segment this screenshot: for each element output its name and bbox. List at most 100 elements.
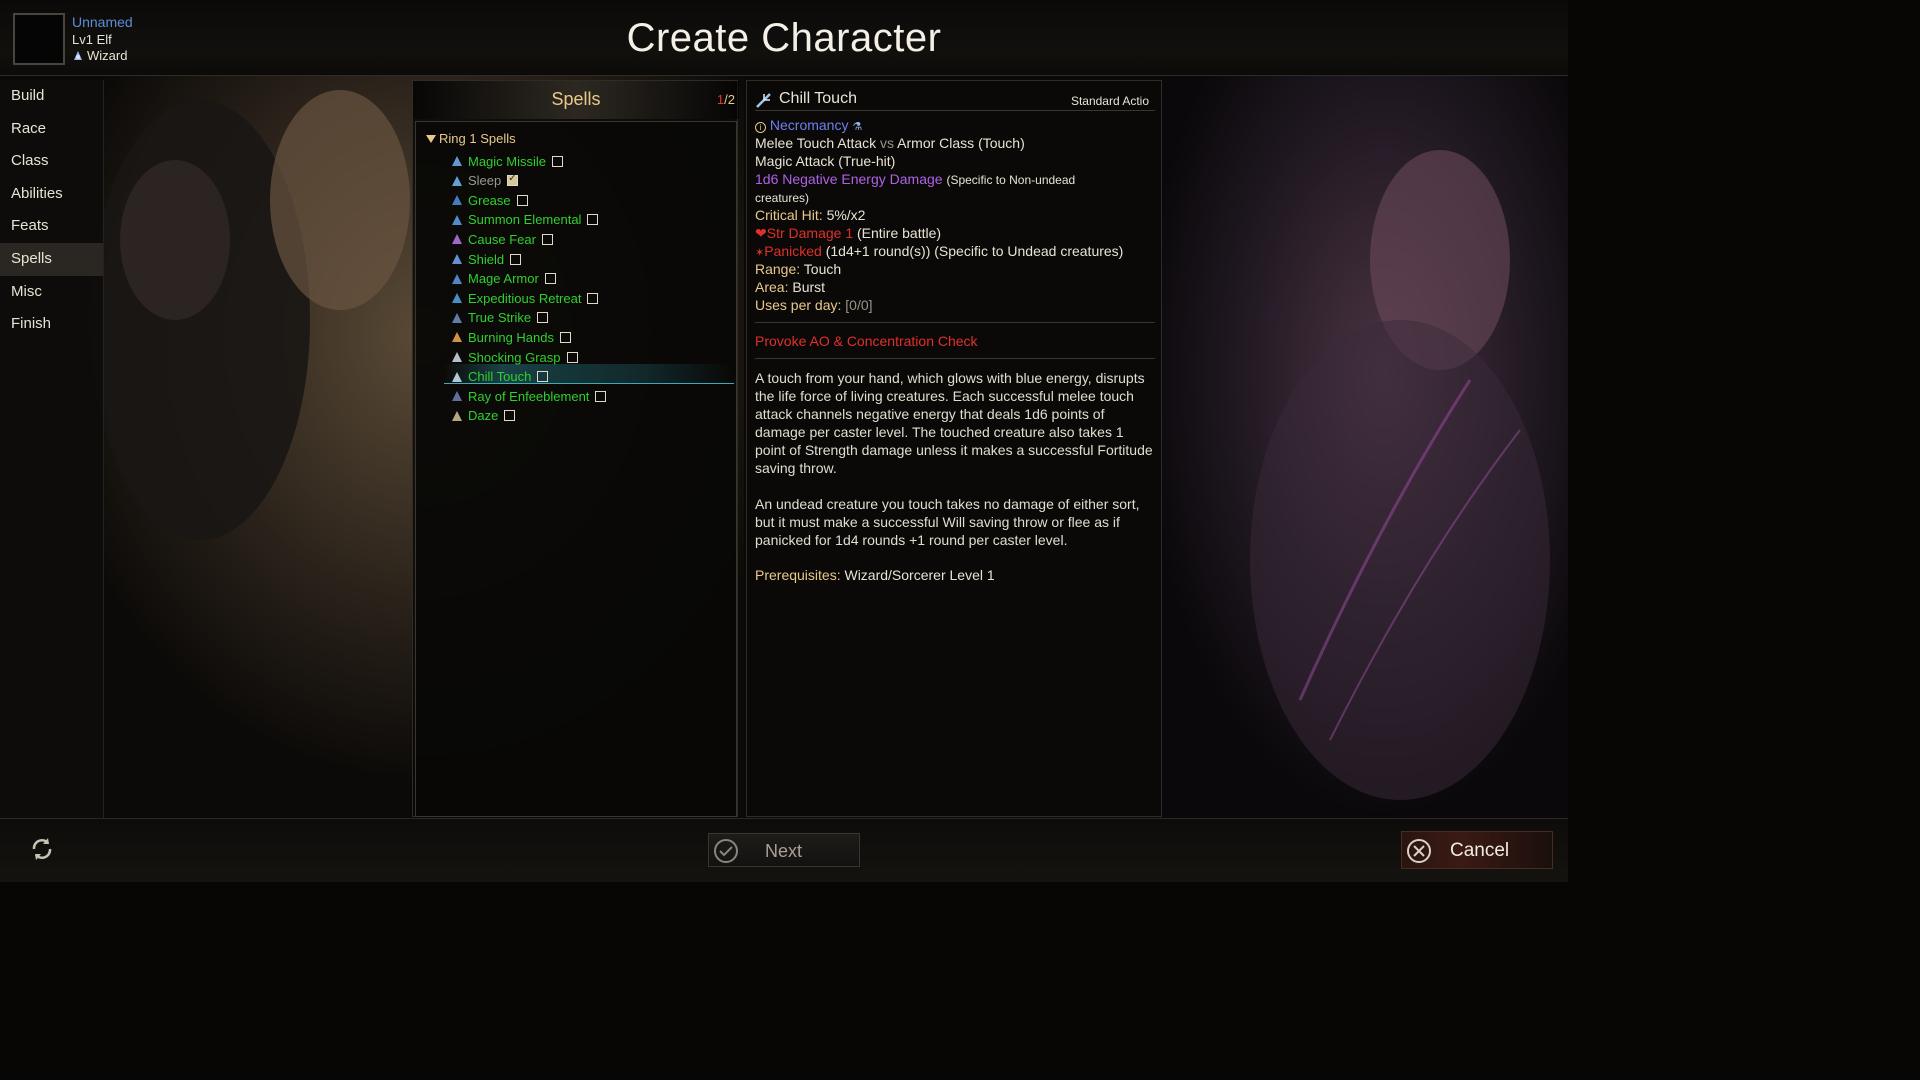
- sidebar-item-class[interactable]: Class: [0, 145, 103, 178]
- panicked-status-icon: ✶: [755, 247, 765, 259]
- mage-armor-icon: [450, 272, 464, 286]
- burning-hands-icon: [450, 330, 464, 344]
- ring-1-group-header[interactable]: Ring 1 Spells: [426, 131, 516, 146]
- spell-checkbox[interactable]: [566, 351, 578, 363]
- spell-name: Magic Missile: [468, 153, 547, 169]
- school-name: Necromancy: [769, 117, 849, 133]
- grease-icon: [450, 193, 464, 207]
- spell-row-cause-fear[interactable]: Cause Fear: [450, 229, 553, 249]
- spell-row-summon-elemental[interactable]: Summon Elemental: [450, 210, 599, 230]
- spell-checkbox[interactable]: [587, 292, 599, 304]
- spell-name: Shocking Grasp: [468, 349, 561, 365]
- footer-bar: Next Cancel: [0, 818, 1568, 882]
- spell-selection-count: 1/2: [717, 92, 735, 107]
- spell-row-magic-missile[interactable]: Magic Missile: [450, 151, 564, 171]
- spell-checkbox[interactable]: [541, 233, 553, 245]
- cancel-button[interactable]: Cancel: [1401, 831, 1553, 869]
- spell-name: True Strike: [468, 310, 532, 326]
- spell-count-max: 2: [727, 92, 735, 107]
- prerequisites-line: Prerequisites: Wizard/Sorcerer Level 1: [755, 567, 995, 583]
- collapse-triangle-icon: [426, 134, 436, 143]
- panicked-label: Panicked: [764, 243, 822, 259]
- spell-checkbox[interactable]: [537, 312, 549, 324]
- area-label: Area:: [755, 279, 789, 295]
- panicked-line: ✶Panicked (1d4+1 round(s)) (Specific to …: [755, 243, 1123, 259]
- ring-1-group-label: Ring 1 Spells: [439, 131, 516, 146]
- spell-checkbox[interactable]: [560, 331, 571, 343]
- str-damage-value: Str Damage 1: [766, 225, 854, 241]
- sidebar-item-misc[interactable]: Misc: [0, 276, 103, 309]
- panicked-note: (1d4+1 round(s)) (Specific to Undead cre…: [825, 243, 1124, 259]
- spell-row-true-strike[interactable]: True Strike: [450, 308, 549, 328]
- reset-refresh-icon[interactable]: [28, 835, 56, 863]
- spells-panel-header: Spells 1/2: [413, 81, 739, 119]
- range-line: Range: Touch: [755, 261, 841, 277]
- critical-hit-value: 5%/x2: [826, 207, 866, 223]
- spell-row-mage-armor[interactable]: Mage Armor: [450, 269, 556, 289]
- spell-checkbox[interactable]: [544, 273, 556, 285]
- divider: [755, 358, 1155, 359]
- shield-icon: [450, 252, 464, 266]
- spell-checkbox[interactable]: [552, 155, 564, 167]
- spell-checkbox[interactable]: [587, 214, 599, 226]
- spells-panel-title: Spells: [551, 89, 601, 109]
- creation-steps-sidebar: Build Race Class Abilities Feats Spells …: [0, 80, 104, 818]
- area-line: Area: Burst: [755, 279, 825, 295]
- uses-per-day-value: [0/0]: [845, 297, 873, 313]
- spell-detail-header: Chill Touch Standard Actio: [755, 89, 1155, 111]
- magic-attack-line: Magic Attack (True-hit): [755, 153, 896, 169]
- spell-row-shield[interactable]: Shield: [450, 249, 522, 269]
- expeditious-retreat-icon: [450, 291, 464, 305]
- spell-row-sleep[interactable]: Sleep: [450, 171, 519, 191]
- chill-touch-icon: [756, 93, 771, 108]
- ray-of-enfeeblement-icon: [450, 389, 464, 403]
- spell-row-burning-hands[interactable]: Burning Hands: [450, 327, 571, 347]
- spell-checkbox[interactable]: [537, 371, 549, 383]
- sidebar-item-race[interactable]: Race: [0, 113, 103, 146]
- spell-checkbox[interactable]: [507, 173, 519, 187]
- next-button[interactable]: Next: [708, 833, 860, 867]
- attack-type: Melee Touch Attack: [755, 135, 877, 151]
- close-circle-icon: [1407, 839, 1431, 863]
- spell-row-ray-of-enfeeblement[interactable]: Ray of Enfeeblement: [450, 386, 607, 406]
- spell-name: Mage Armor: [468, 271, 539, 287]
- chill-touch-icon: [450, 370, 464, 384]
- attack-target: Armor Class (Touch): [897, 135, 1025, 151]
- spell-name: Ray of Enfeeblement: [468, 388, 590, 404]
- sidebar-item-feats[interactable]: Feats: [0, 210, 103, 243]
- spell-row-expeditious-retreat[interactable]: Expeditious Retreat: [450, 288, 599, 308]
- str-damage-note: (Entire battle): [857, 225, 942, 241]
- spell-name: Expeditious Retreat: [468, 290, 582, 306]
- sidebar-item-build[interactable]: Build: [0, 80, 103, 113]
- spell-name: Grease: [468, 192, 511, 208]
- damage-line: 1d6 Negative Energy Damage (Specific to …: [755, 171, 1075, 187]
- wizard-school-icon: ⚗: [852, 121, 863, 133]
- spell-action-type: Standard Actio: [1070, 94, 1149, 108]
- cancel-button-label: Cancel: [1450, 840, 1510, 861]
- damage-note: (Specific to Non-undead: [946, 173, 1076, 187]
- spell-row-chill-touch[interactable]: Chill Touch: [450, 367, 549, 387]
- sidebar-item-spells[interactable]: Spells: [0, 242, 103, 276]
- sidebar-item-finish[interactable]: Finish: [0, 308, 103, 341]
- provoke-warning: Provoke AO & Concentration Check: [755, 333, 978, 349]
- spell-row-grease[interactable]: Grease: [450, 190, 528, 210]
- spell-name: Summon Elemental: [468, 212, 582, 228]
- divider: [755, 322, 1155, 323]
- uses-per-day-line: Uses per day: [0/0]: [755, 297, 873, 313]
- spell-description: A touch from your hand, which glows with…: [755, 370, 1153, 476]
- spell-row-daze[interactable]: Daze: [450, 406, 516, 426]
- spell-checkbox[interactable]: [510, 253, 522, 265]
- spell-name: Burning Hands: [468, 329, 554, 345]
- area-value: Burst: [792, 279, 826, 295]
- spell-detail-panel: Chill Touch Standard Actio i Necromancy …: [746, 80, 1162, 817]
- prerequisites-value: Wizard/Sorcerer Level 1: [844, 567, 995, 583]
- spell-checkbox[interactable]: [516, 194, 528, 206]
- attack-line: Melee Touch Attack vs Armor Class (Touch…: [755, 135, 1025, 151]
- header-bar: Unnamed Lv1 Elf Wizard Create Character: [0, 0, 1568, 76]
- spell-row-shocking-grasp[interactable]: Shocking Grasp: [450, 347, 578, 367]
- uses-per-day-label: Uses per day:: [755, 297, 842, 313]
- spell-checkbox[interactable]: [595, 390, 607, 402]
- spell-checkbox[interactable]: [504, 410, 516, 422]
- str-damage-line: ❤Str Damage 1 (Entire battle): [755, 225, 941, 242]
- sidebar-item-abilities[interactable]: Abilities: [0, 178, 103, 211]
